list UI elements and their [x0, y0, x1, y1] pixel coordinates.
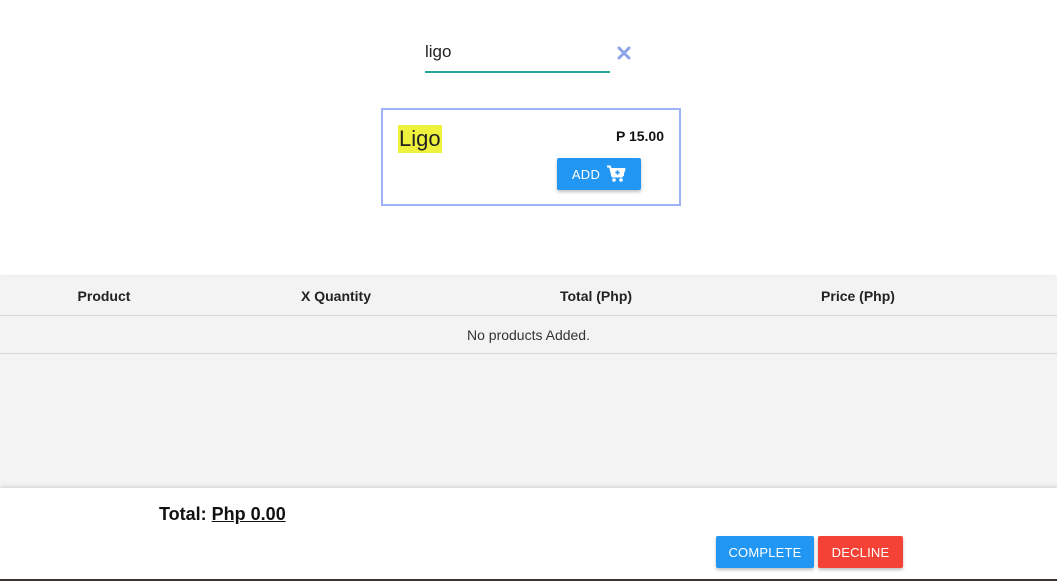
close-icon[interactable] [615, 44, 633, 62]
add-to-cart-button[interactable]: ADD [557, 158, 641, 190]
cart-plus-icon [606, 165, 626, 183]
add-button-label: ADD [571, 166, 601, 182]
order-table: Product X Quantity Total (Php) Price (Ph… [0, 277, 1057, 488]
total-value: Php 0.00 [211, 504, 286, 524]
table-header: Product X Quantity Total (Php) Price (Ph… [0, 277, 1057, 316]
total-label: Total: [159, 504, 207, 524]
search-field[interactable] [425, 34, 610, 73]
complete-button[interactable]: COMPLETE [716, 536, 814, 568]
column-header-quantity: X Quantity [300, 288, 371, 304]
empty-table-message: No products Added. [0, 316, 1057, 354]
order-total: Total: Php 0.00 [159, 504, 286, 525]
product-name: Ligo [398, 125, 442, 153]
product-result-card: Ligo P 15.00 ADD [381, 108, 681, 206]
decline-button[interactable]: DECLINE [818, 536, 903, 568]
product-price: P 15.00 [615, 128, 664, 144]
search-input[interactable] [425, 40, 610, 64]
column-header-price: Price (Php) [821, 288, 895, 304]
order-footer: Total: Php 0.00 COMPLETE DECLINE [0, 488, 1057, 579]
column-header-total: Total (Php) [559, 288, 633, 304]
column-header-product: Product [77, 288, 131, 304]
